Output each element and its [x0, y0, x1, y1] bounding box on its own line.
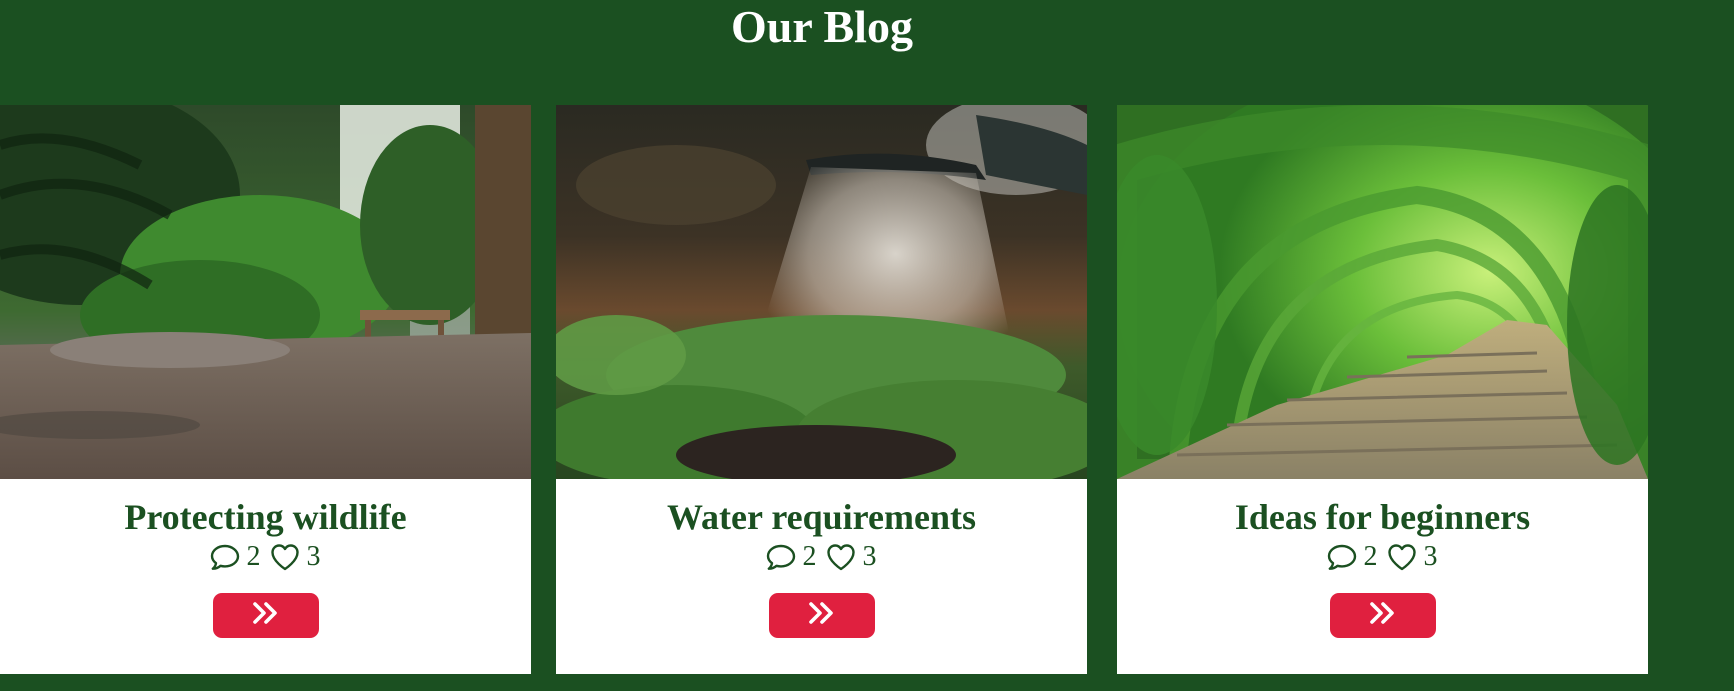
comment-count: 2 [1363, 541, 1378, 572]
post-meta: 2 3 [0, 539, 531, 575]
page-title: Our Blog [731, 1, 913, 52]
blog-card-ideas-for-beginners: Ideas for beginners 2 3 [1117, 105, 1648, 674]
heart-icon [825, 541, 857, 573]
comment-icon [765, 541, 797, 573]
read-more-button[interactable] [768, 593, 875, 638]
comment-count: 2 [246, 541, 261, 572]
blog-card-water-requirements: Water requirements 2 3 [556, 105, 1087, 674]
comment-icon [1326, 541, 1358, 573]
like-count: 3 [862, 541, 877, 572]
green-arch-tunnel-image [1117, 105, 1648, 479]
read-more-button[interactable] [212, 593, 319, 638]
like-count: 3 [306, 541, 321, 572]
comment-count: 2 [802, 541, 817, 572]
double-chevron-right-icon [252, 601, 277, 624]
double-chevron-right-icon [1369, 601, 1394, 624]
comment-icon [209, 541, 241, 573]
watering-can-spray-image [556, 105, 1087, 479]
heart-icon [1386, 541, 1418, 573]
like-count: 3 [1423, 541, 1438, 572]
post-title: Water requirements [667, 497, 976, 537]
blog-card-protecting-wildlife: Protecting wildlife 2 3 [0, 105, 531, 674]
post-meta: 2 3 [1117, 539, 1648, 575]
garden-path-plants-image [0, 105, 531, 479]
post-title: Ideas for beginners [1234, 497, 1531, 537]
read-more-button[interactable] [1329, 593, 1436, 638]
post-meta: 2 3 [556, 539, 1087, 575]
double-chevron-right-icon [808, 601, 833, 624]
heart-icon [269, 541, 301, 573]
post-title: Protecting wildlife [124, 497, 407, 537]
